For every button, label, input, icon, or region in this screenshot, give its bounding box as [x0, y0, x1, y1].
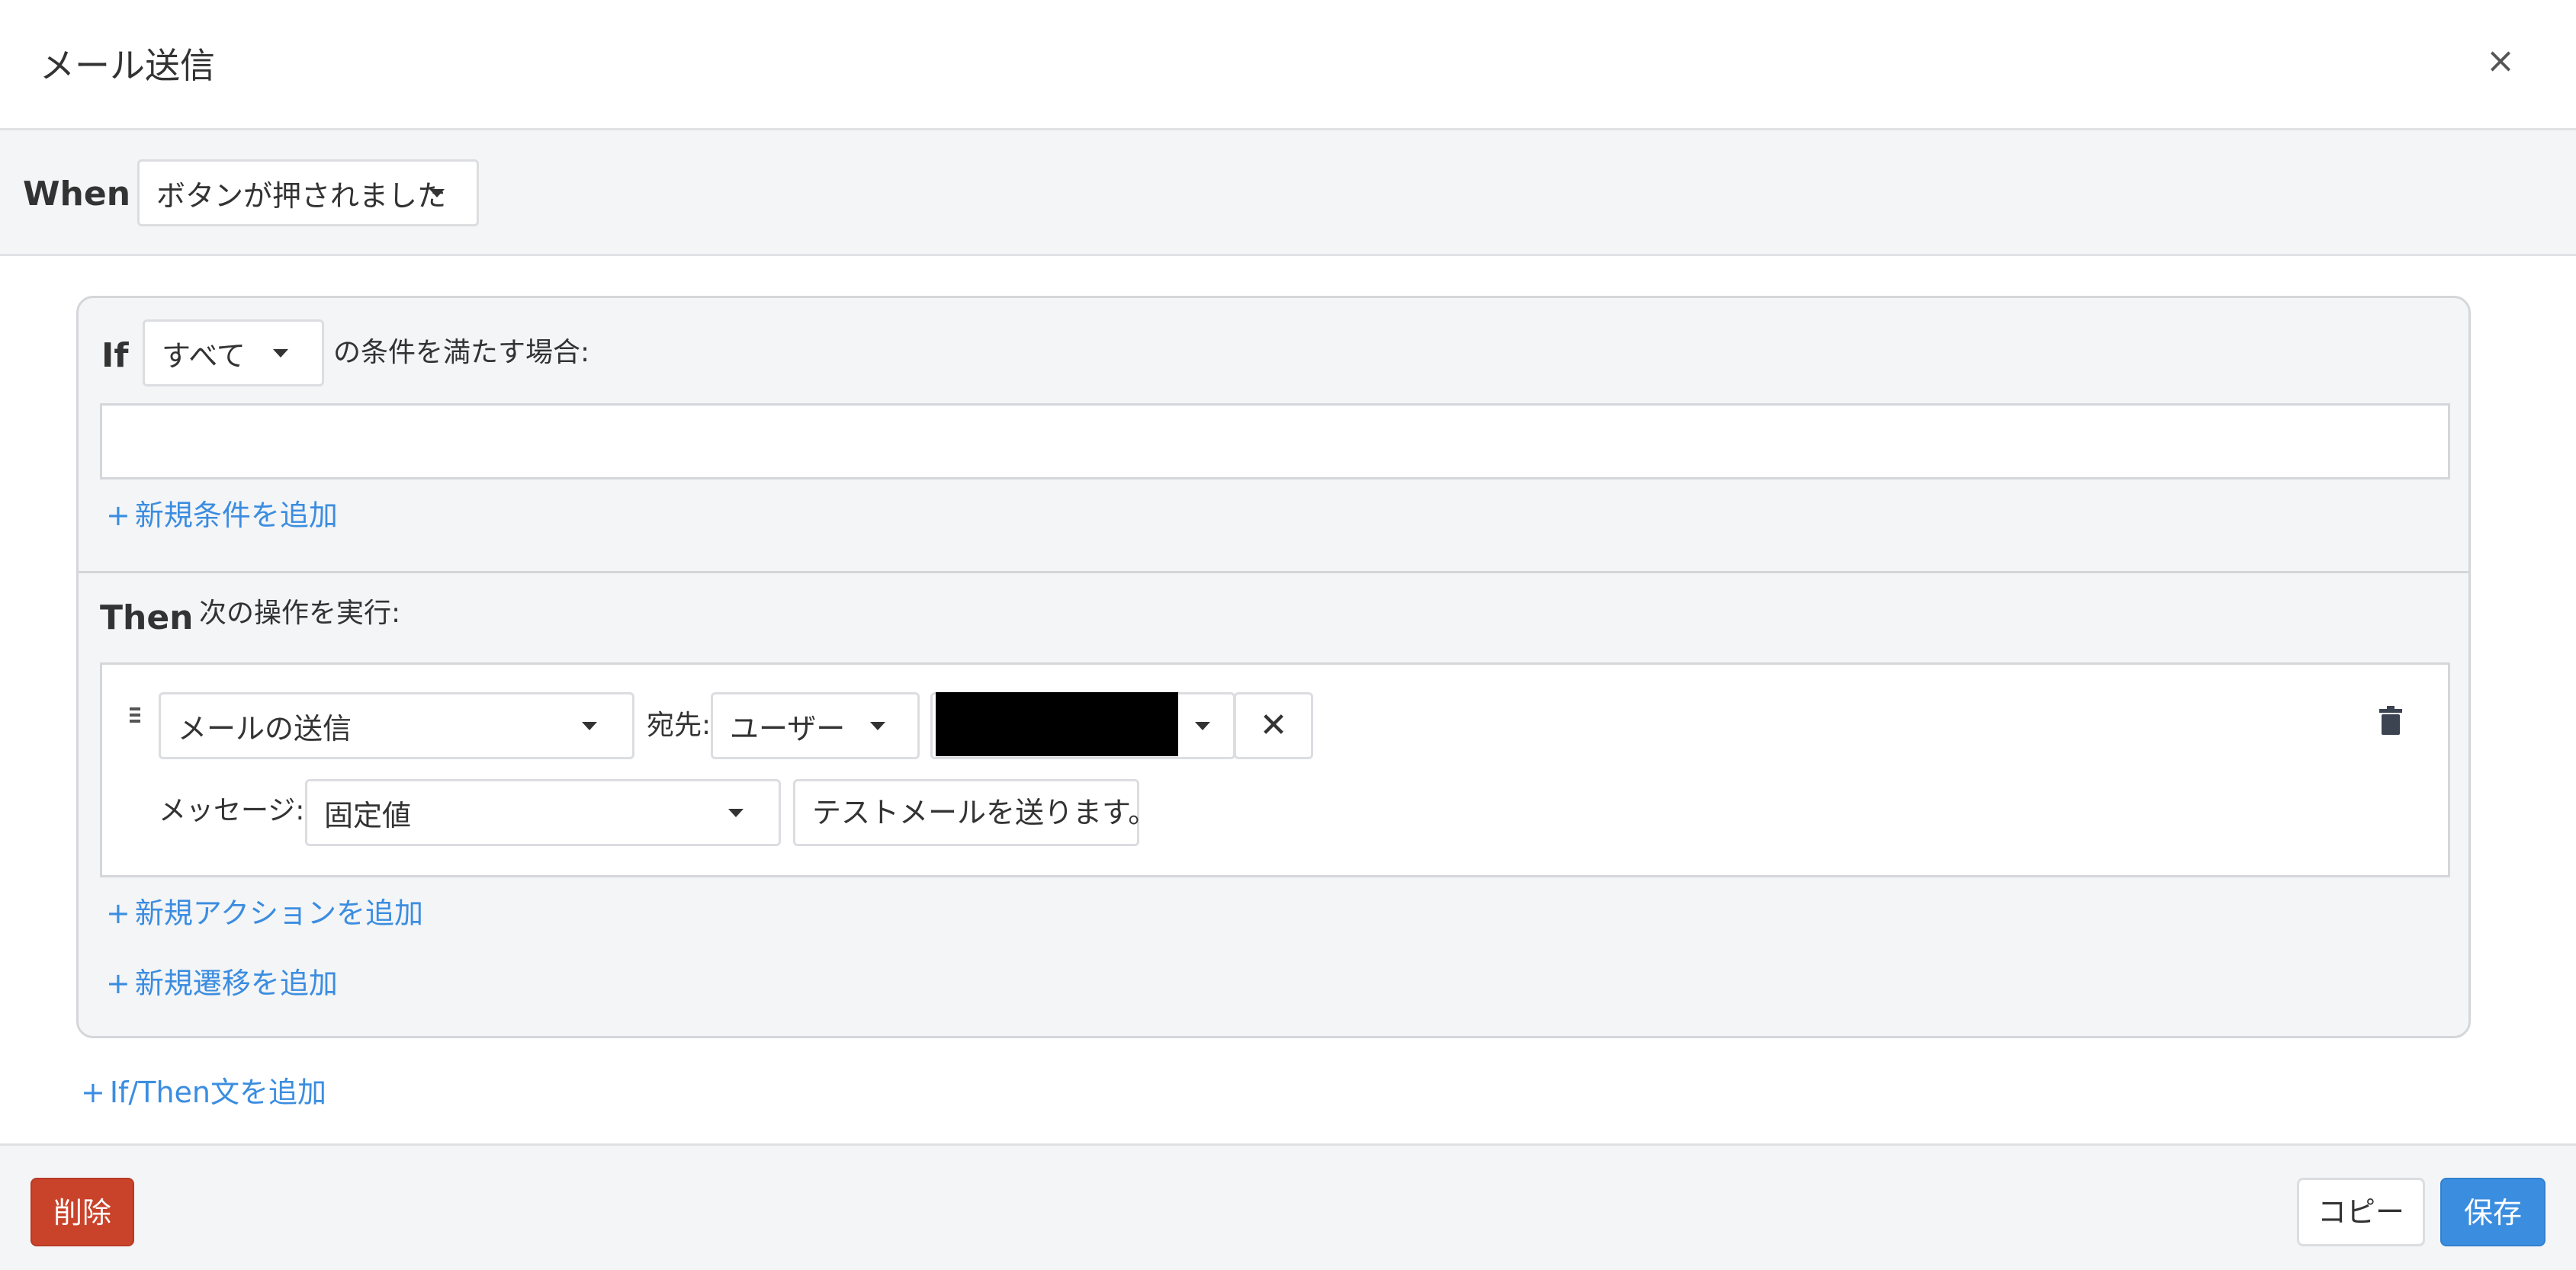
trash-icon[interactable]: [2379, 706, 2402, 735]
then-label: Then: [100, 598, 194, 637]
if-then-block: If すべて の条件を満たす場合: + 新規条件を追加 Then 次の操作を実行:…: [76, 296, 2471, 1038]
caret-down-icon: [870, 722, 885, 730]
delete-button[interactable]: 削除: [31, 1178, 134, 1246]
add-if-then-link[interactable]: + If/Then文を追加: [81, 1073, 326, 1111]
trigger-select-value: ボタンが押されました: [156, 178, 447, 213]
plus-icon: +: [106, 967, 130, 1000]
add-action-label: 新規アクションを追加: [134, 896, 423, 930]
message-label: メッセージ:: [159, 795, 305, 826]
conditions-area[interactable]: [100, 403, 2450, 479]
caret-down-icon: [728, 809, 744, 817]
plus-icon: +: [81, 1076, 105, 1109]
message-input[interactable]: テストメールを送ります。: [793, 779, 1157, 846]
recipient-type-select[interactable]: ユーザー: [711, 692, 920, 759]
message-type-select[interactable]: 固定値: [305, 779, 781, 846]
match-suffix-text: の条件を満たす場合:: [333, 337, 590, 368]
caret-down-icon: [1195, 722, 1210, 730]
add-action-link[interactable]: + 新規アクションを追加: [106, 894, 423, 932]
caret-down-icon: [582, 722, 597, 730]
close-icon[interactable]: ×: [2475, 35, 2526, 85]
redacted-recipient: [936, 692, 1178, 756]
dialog-footer: 削除 コピー 保存: [0, 1143, 2576, 1270]
dialog-title: メール送信: [40, 45, 215, 86]
caret-down-icon: [273, 349, 288, 358]
message-type-value: 固定値: [324, 798, 412, 832]
match-mode-select[interactable]: すべて: [143, 319, 324, 386]
when-section: When ボタンが押されました: [0, 128, 2576, 256]
if-label: If: [101, 336, 129, 375]
recipient-type-value: ユーザー: [730, 711, 846, 746]
add-if-then-label: If/Then文を追加: [109, 1076, 326, 1109]
action-type-value: メールの送信: [178, 711, 352, 746]
add-condition-link[interactable]: + 新規条件を追加: [106, 496, 338, 534]
automation-rule-dialog: メール送信 × When ボタンが押されました If すべて の条件を満たす場合…: [0, 0, 2576, 1270]
add-condition-label: 新規条件を追加: [134, 499, 338, 532]
plus-icon: +: [106, 896, 130, 930]
save-button[interactable]: 保存: [2440, 1178, 2545, 1246]
then-description: 次の操作を実行:: [199, 598, 401, 629]
section-divider: [79, 571, 2468, 573]
drag-handle-icon[interactable]: [130, 707, 140, 729]
add-transition-label: 新規遷移を追加: [134, 967, 338, 1000]
clear-recipient-icon[interactable]: ✕: [1234, 692, 1313, 759]
match-mode-value: すべて: [162, 338, 246, 373]
action-type-select[interactable]: メールの送信: [159, 692, 634, 759]
copy-button[interactable]: コピー: [2297, 1178, 2425, 1246]
caret-down-icon: [429, 189, 445, 197]
action-row: メールの送信 宛先: ユーザー ✕ メッセージ: 固定値 テストメールを送ります…: [100, 662, 2450, 877]
trigger-select[interactable]: ボタンが押されました: [137, 159, 479, 226]
plus-icon: +: [106, 499, 130, 532]
recipient-label: 宛先:: [647, 710, 711, 741]
add-transition-link[interactable]: + 新規遷移を追加: [106, 964, 338, 1002]
when-label: When: [23, 175, 131, 213]
dialog-header: メール送信 ×: [0, 0, 2576, 128]
